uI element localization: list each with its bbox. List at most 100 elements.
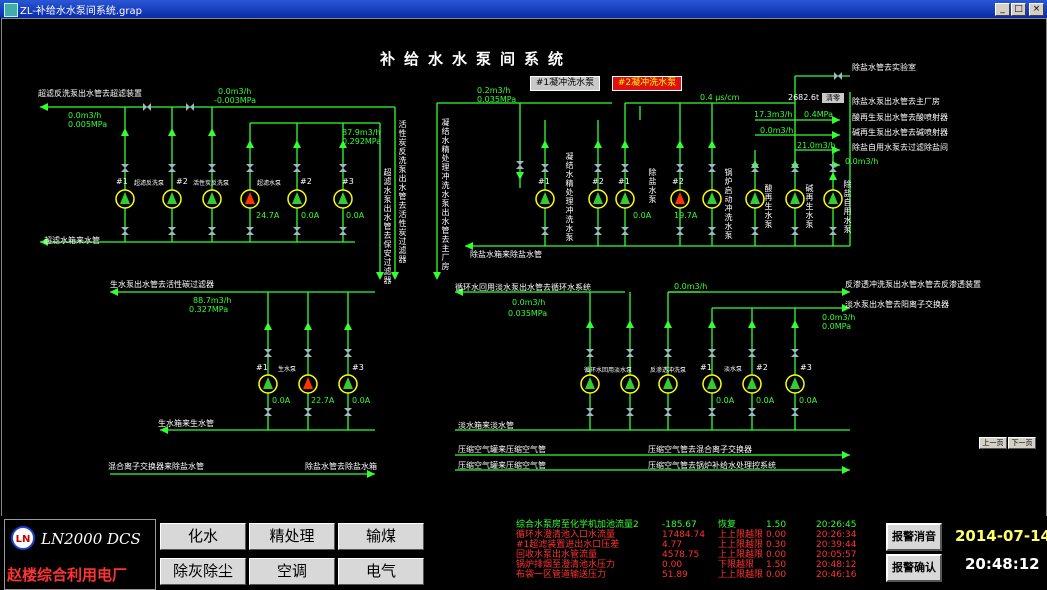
- valve-icon[interactable]: [516, 161, 524, 169]
- pump-running-icon[interactable]: [240, 189, 260, 209]
- valve-icon[interactable]: [246, 227, 254, 235]
- valve-icon[interactable]: [791, 349, 799, 357]
- valve-icon[interactable]: [594, 164, 602, 172]
- uf-left-flow: 0.0m3/h: [68, 111, 102, 120]
- valve-icon[interactable]: [708, 164, 716, 172]
- valve-icon[interactable]: [748, 408, 756, 416]
- valve-icon[interactable]: [626, 408, 634, 416]
- pump-stopped-icon[interactable]: [785, 374, 805, 394]
- pump-running-icon[interactable]: [298, 374, 318, 394]
- pump-stopped-icon[interactable]: [615, 189, 635, 209]
- valve-icon[interactable]: [541, 227, 549, 235]
- valve-icon[interactable]: [676, 164, 684, 172]
- menu-coal[interactable]: 输煤: [338, 523, 424, 550]
- menu-ash[interactable]: 除灰除尘: [160, 558, 246, 585]
- valve-icon[interactable]: [344, 349, 352, 357]
- alarm-value: -185.67: [662, 520, 697, 530]
- valve-icon[interactable]: [264, 408, 272, 416]
- next-page-button[interactable]: 下一页: [1008, 437, 1036, 449]
- valve-icon[interactable]: [339, 164, 347, 172]
- pump-stopped-icon[interactable]: [287, 189, 307, 209]
- raw-flow: 88.7m3/h: [193, 296, 232, 305]
- pump-stopped-icon[interactable]: [115, 189, 135, 209]
- flush-pump-1-button[interactable]: #1凝冲洗水泵: [530, 76, 600, 91]
- valve-icon[interactable]: [121, 227, 129, 235]
- valve-icon[interactable]: [626, 349, 634, 357]
- clear-button[interactable]: 清零: [822, 93, 844, 103]
- alarm-value: 17484.74: [662, 530, 705, 540]
- pump-stopped-icon[interactable]: [742, 374, 762, 394]
- pump-amp: 0.0A: [799, 396, 818, 405]
- ro-flow: 0.0m3/h: [674, 282, 708, 291]
- valve-icon[interactable]: [293, 164, 301, 172]
- valve-icon[interactable]: [293, 227, 301, 235]
- pump-stopped-icon[interactable]: [202, 189, 222, 209]
- valve-icon[interactable]: [708, 227, 716, 235]
- alarm-name: #1超滤装置进出水口压差: [516, 540, 620, 550]
- valve-icon[interactable]: [208, 164, 216, 172]
- pump-stopped-icon[interactable]: [702, 374, 722, 394]
- pump-stopped-icon[interactable]: [658, 374, 678, 394]
- pump-id-label: #3: [800, 363, 812, 372]
- main-flow: 17.3m3/h: [754, 110, 793, 119]
- menu-hvac[interactable]: 空调: [249, 558, 335, 585]
- pump-stopped-icon[interactable]: [535, 189, 555, 209]
- total-flow: 2682.6t: [788, 93, 820, 102]
- alarm-silence-button[interactable]: 报警消音: [886, 523, 942, 551]
- valve-icon[interactable]: [541, 164, 549, 172]
- valve-icon[interactable]: [304, 408, 312, 416]
- pump-stopped-icon[interactable]: [333, 189, 353, 209]
- valve-icon[interactable]: [621, 164, 629, 172]
- pump-stopped-icon[interactable]: [580, 374, 600, 394]
- pump-amp: 0.0A: [301, 211, 320, 220]
- valve-icon[interactable]: [304, 349, 312, 357]
- pump-stopped-icon[interactable]: [702, 189, 722, 209]
- pump-stopped-icon[interactable]: [338, 374, 358, 394]
- pump-stopped-icon[interactable]: [745, 189, 765, 209]
- valve-icon[interactable]: [829, 164, 837, 172]
- valve-icon[interactable]: [791, 227, 799, 235]
- uf-mid-flow: 0.0m3/h: [218, 87, 252, 96]
- pump-stopped-icon[interactable]: [588, 189, 608, 209]
- valve-icon[interactable]: [594, 227, 602, 235]
- pump-stopped-icon[interactable]: [258, 374, 278, 394]
- valve-icon[interactable]: [246, 164, 254, 172]
- valve-icon[interactable]: [748, 349, 756, 357]
- demin-tank-in-label: 除盐水箱来除盐水管: [470, 250, 542, 259]
- valve-icon[interactable]: [208, 227, 216, 235]
- alarm-time: 20:26:34: [816, 530, 857, 540]
- demin-pump-name: 除盐水泵: [648, 168, 657, 204]
- flush-pump-2-button[interactable]: #2凝冲洗水泵: [612, 76, 682, 91]
- valve-icon[interactable]: [751, 227, 759, 235]
- valve-icon[interactable]: [586, 408, 594, 416]
- menu-polishing[interactable]: 精处理: [249, 523, 335, 550]
- valve-icon[interactable]: [339, 227, 347, 235]
- valve-icon[interactable]: [264, 349, 272, 357]
- valve-icon[interactable]: [121, 164, 129, 172]
- alarm-value: 4578.75: [662, 550, 700, 560]
- prev-page-button[interactable]: 上一页: [979, 437, 1007, 449]
- valve-icon[interactable]: [664, 349, 672, 357]
- pump-stopped-icon[interactable]: [823, 189, 843, 209]
- menu-water-treatment[interactable]: 化水: [160, 523, 246, 550]
- cond-flow: 0.2m3/h: [477, 86, 511, 95]
- valve-icon[interactable]: [829, 227, 837, 235]
- pump-stopped-icon[interactable]: [162, 189, 182, 209]
- menu-electrical[interactable]: 电气: [338, 558, 424, 585]
- valve-icon[interactable]: [344, 408, 352, 416]
- alarm-time: 20:46:16: [816, 570, 857, 580]
- pump-running-icon[interactable]: [670, 189, 690, 209]
- raw-press: 0.327MPa: [189, 305, 229, 314]
- valve-icon[interactable]: [168, 164, 176, 172]
- valve-icon[interactable]: [791, 408, 799, 416]
- valve-icon[interactable]: [586, 349, 594, 357]
- valve-icon[interactable]: [676, 227, 684, 235]
- alarm-confirm-button[interactable]: 报警确认: [886, 554, 942, 582]
- valve-icon[interactable]: [708, 349, 716, 357]
- valve-icon[interactable]: [664, 408, 672, 416]
- valve-icon[interactable]: [168, 227, 176, 235]
- valve-icon[interactable]: [708, 408, 716, 416]
- pump-stopped-icon[interactable]: [785, 189, 805, 209]
- valve-icon[interactable]: [621, 227, 629, 235]
- pump-stopped-icon[interactable]: [620, 374, 640, 394]
